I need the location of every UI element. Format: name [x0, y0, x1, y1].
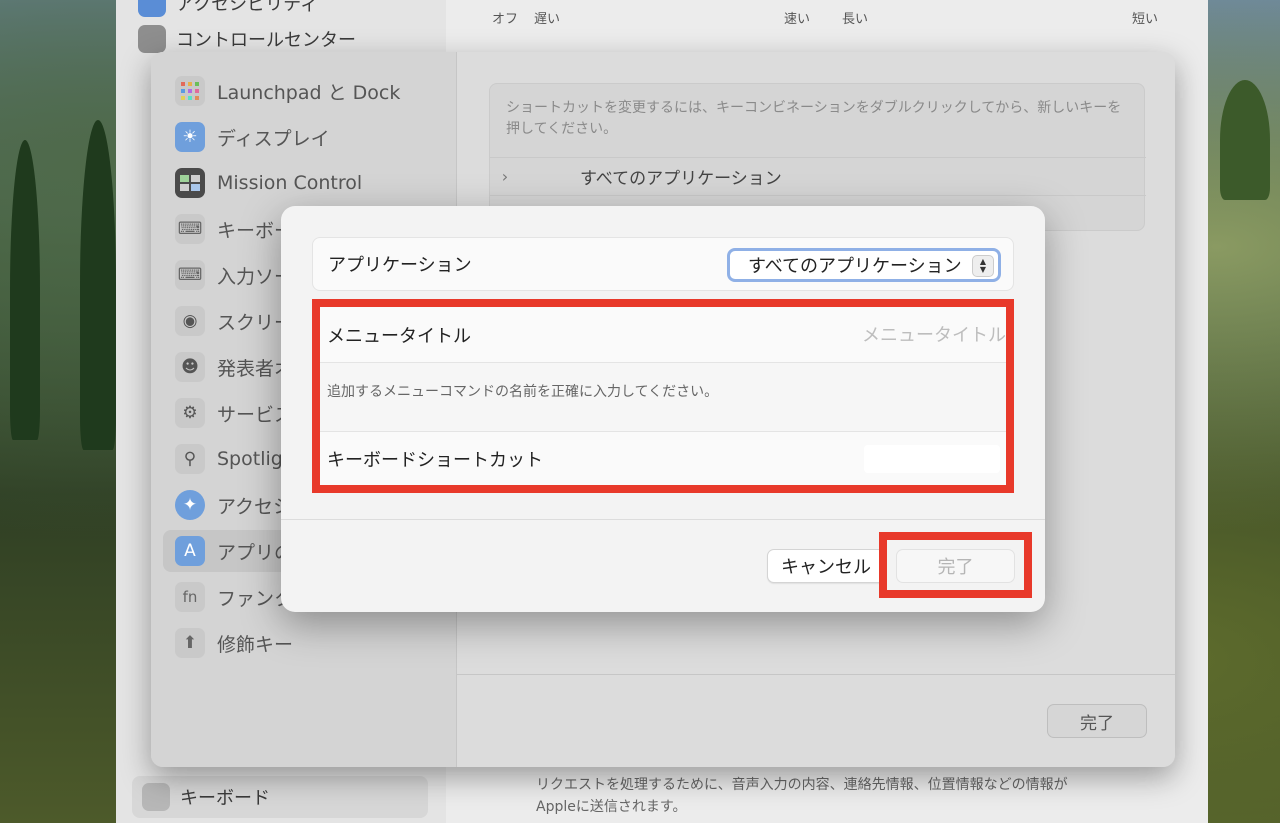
control-center-icon — [138, 25, 166, 53]
sheet-divider — [281, 519, 1045, 520]
sidebar-item-mission-control[interactable]: Mission Control — [163, 162, 445, 204]
shortcut-hint: ショートカットを変更するには、キーコンビネーションをダブルクリックしてから、新し… — [506, 100, 1122, 137]
slider-label-fast: 速い — [784, 12, 811, 27]
cancel-button[interactable]: キャンセル — [767, 549, 885, 583]
sidebar-item-label: 修飾キー — [217, 633, 294, 656]
gear-icon: ⚙ — [175, 398, 205, 428]
menu-title-hint: 追加するメニューコマンドの名前を正確に入力してください。 — [327, 384, 719, 400]
accessibility-icon — [138, 0, 166, 17]
keyboard-shortcut-label: キーボードショートカット — [327, 449, 543, 471]
background-sidebar-label: コントロールセンター — [176, 30, 356, 51]
sidebar-item-launchpad[interactable]: Launchpad と Dock — [163, 70, 445, 112]
application-row: アプリケーション すべてのアプリケーション ▲ ▼ — [312, 237, 1014, 291]
all-apps-row-label: すべてのアプリケーション — [580, 169, 782, 189]
sun-icon: ☀ — [175, 122, 205, 152]
background-sidebar-label: キーボード — [180, 788, 270, 809]
camera-icon: ◉ — [175, 306, 205, 336]
privacy-note-line: Appleに送信されます。 — [536, 799, 687, 815]
all-apps-row[interactable]: › すべてのアプリケーション — [490, 157, 1146, 195]
grid-icon — [175, 76, 205, 106]
keyboard-icon: ⌨ — [175, 260, 205, 290]
window-footer-divider — [457, 674, 1175, 675]
background-sidebar-item-keyboard[interactable]: キーボード — [132, 776, 428, 818]
keyboard-icon: ⌨ — [175, 214, 205, 244]
keyboard-shortcut-field[interactable] — [864, 445, 1000, 473]
window-done-button[interactable]: 完了 — [1047, 704, 1147, 738]
slider-label-long: 長い — [842, 12, 869, 27]
windows-icon — [175, 168, 205, 198]
sidebar-item-modifier-keys[interactable]: ⬆ 修飾キー — [163, 622, 445, 664]
chevron-right-icon[interactable]: › — [490, 167, 520, 186]
highlighted-form: メニュータイトル 追加するメニューコマンドの名前を正確に入力してください。 キー… — [312, 299, 1014, 493]
application-label: アプリケーション — [328, 255, 472, 276]
chevron-updown-icon: ▲ ▼ — [972, 255, 994, 277]
privacy-note: リクエストを処理するために、音声入力の内容、連絡先情報、位置情報などの情報が A… — [536, 774, 1068, 818]
slider-label-slow: 遅い — [534, 12, 561, 27]
wallpaper-tree — [80, 120, 116, 450]
accessibility-icon: ✦ — [175, 490, 205, 520]
menu-title-label: メニュータイトル — [327, 325, 471, 347]
background-sidebar-item[interactable]: アクセシビリティ — [138, 0, 318, 18]
application-select[interactable]: すべてのアプリケーション ▲ ▼ — [727, 248, 1001, 282]
menu-title-row: メニュータイトル — [320, 307, 1006, 363]
wallpaper-tree — [10, 140, 40, 440]
sidebar-item-label: ディスプレイ — [217, 127, 330, 150]
privacy-note-line: リクエストを処理するために、音声入力の内容、連絡先情報、位置情報などの情報が — [536, 777, 1068, 793]
keyboard-shortcut-row: キーボードショートカット — [320, 431, 1006, 485]
keyboard-icon — [142, 783, 170, 811]
app-store-icon: A — [175, 536, 205, 566]
sidebar-item-label: Mission Control — [217, 172, 363, 194]
menu-title-input[interactable] — [766, 321, 1006, 349]
application-select-value: すべてのアプリケーション — [748, 256, 962, 277]
done-highlight: 完了 — [879, 532, 1032, 598]
person-icon: ☻ — [175, 352, 205, 382]
done-button[interactable]: 完了 — [896, 549, 1015, 583]
fn-icon: fn — [175, 582, 205, 612]
sidebar-item-display[interactable]: ☀ ディスプレイ — [163, 116, 445, 158]
slider-label-short: 短い — [1132, 12, 1159, 27]
slider-label-off: オフ — [492, 12, 519, 27]
background-sidebar-label: アクセシビリティ — [176, 0, 319, 15]
background-sidebar-item[interactable]: コントロールセンター — [138, 24, 356, 54]
wallpaper-tree — [1220, 80, 1270, 200]
arrow-up-icon: ⬆ — [175, 628, 205, 658]
sidebar-item-label: Launchpad と Dock — [217, 81, 401, 104]
add-shortcut-sheet: アプリケーション すべてのアプリケーション ▲▼ メニュータイトル 追加するメニ… — [281, 206, 1045, 612]
search-icon: ⚲ — [175, 444, 205, 474]
